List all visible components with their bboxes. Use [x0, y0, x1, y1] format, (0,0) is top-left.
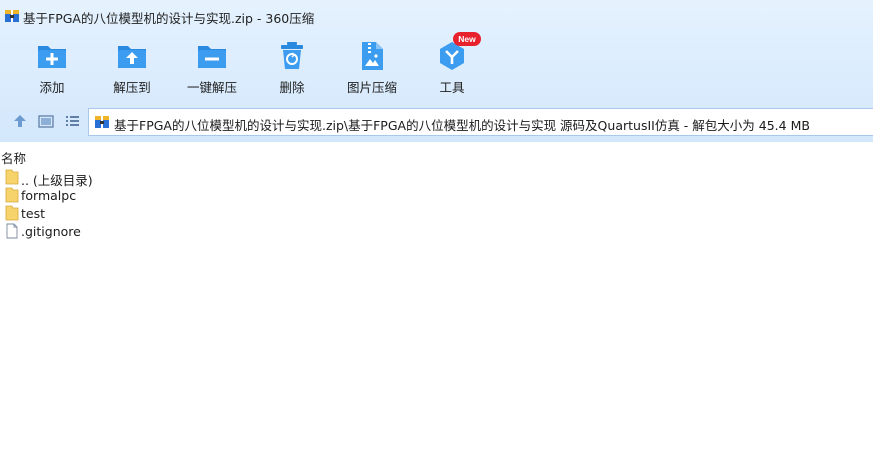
toolbar: 添加 解压到 一键解压 删除 图片压缩 工具 New — [0, 32, 873, 100]
folder-icon — [5, 205, 19, 221]
up-arrow-icon[interactable] — [11, 112, 29, 130]
tools-label: 工具 — [439, 80, 465, 95]
extract-to-icon — [118, 46, 146, 68]
folder-icon — [5, 187, 19, 203]
folder-icon — [5, 169, 19, 185]
list-item-label: .gitignore — [21, 224, 81, 239]
address-path: 基于FPGA的八位模型机的设计与实现.zip\基于FPGA的八位模型机的设计与实… — [114, 118, 810, 133]
extract-to-label: 解压到 — [113, 80, 151, 95]
add-label: 添加 — [39, 80, 65, 95]
delete-label: 删除 — [279, 80, 305, 95]
window-title: 基于FPGA的八位模型机的设计与实现.zip - 360压缩 — [23, 11, 315, 26]
one-click-extract-button[interactable]: 一键解压 — [177, 36, 247, 98]
add-icon — [38, 46, 66, 68]
column-header: 名称 — [0, 146, 873, 167]
one-click-extract-icon — [198, 46, 226, 68]
title-bar: 基于FPGA的八位模型机的设计与实现.zip - 360压缩 — [0, 0, 873, 34]
image-compress-icon — [362, 42, 383, 70]
file-icon — [6, 223, 18, 239]
new-badge: New — [453, 32, 481, 46]
column-name-header[interactable]: 名称 — [1, 148, 26, 167]
list-item-label: formalpc — [21, 188, 77, 203]
delete-button[interactable]: 删除 — [257, 36, 327, 98]
app-icon — [5, 10, 19, 22]
list-item-gitignore[interactable]: .gitignore — [0, 222, 873, 240]
image-compress-button[interactable]: 图片压缩 — [337, 36, 407, 98]
window-header: 基于FPGA的八位模型机的设计与实现.zip - 360压缩 添加 解压到 一键… — [0, 0, 873, 142]
list-item-label: test — [21, 206, 46, 221]
image-compress-label: 图片压缩 — [346, 80, 397, 95]
one-click-extract-label: 一键解压 — [186, 80, 237, 95]
archive-icon — [95, 116, 109, 128]
list-item-formalpc[interactable]: formalpc — [0, 186, 873, 204]
add-button[interactable]: 添加 — [17, 36, 87, 98]
list-item-test[interactable]: test — [0, 204, 873, 222]
address-bar[interactable]: 基于FPGA的八位模型机的设计与实现.zip\基于FPGA的八位模型机的设计与实… — [88, 108, 873, 136]
view-icon[interactable] — [37, 112, 55, 130]
list-view-icon[interactable] — [63, 112, 81, 130]
file-list: .. (上级目录) formalpc test .gitignore — [0, 168, 873, 240]
list-item-parent-directory[interactable]: .. (上级目录) — [0, 168, 873, 188]
delete-icon — [281, 42, 303, 69]
extract-to-button[interactable]: 解压到 — [97, 36, 167, 98]
